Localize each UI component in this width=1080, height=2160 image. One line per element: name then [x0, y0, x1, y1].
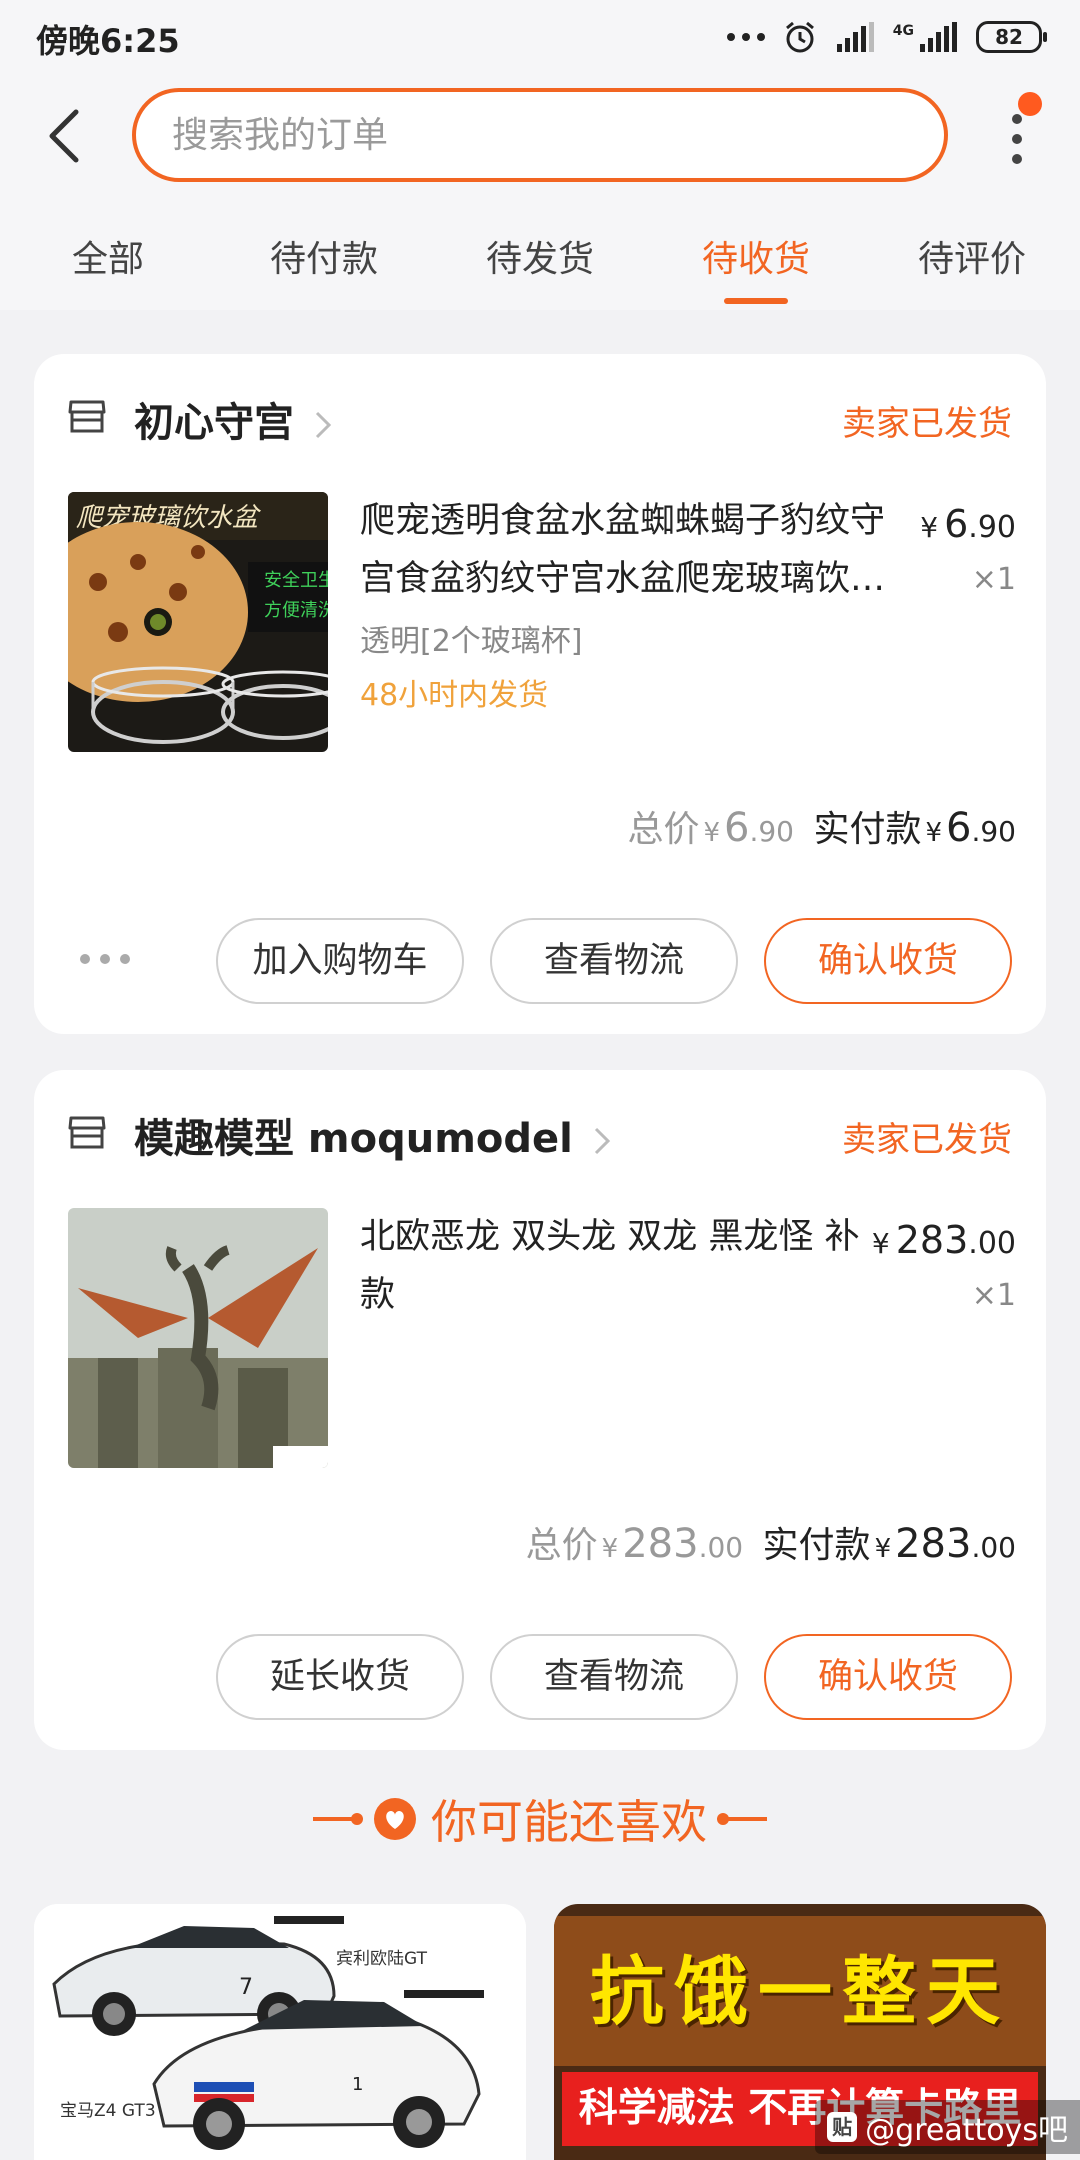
shop-row[interactable]: 模趣模型 moqumodel 卖家已发货: [68, 1104, 1012, 1164]
confirm-receipt-button[interactable]: 确认收货: [764, 1634, 1012, 1720]
tab-pending-shipment[interactable]: 待发货: [432, 230, 648, 300]
product-quantity: ×1: [971, 562, 1016, 597]
shop-icon: [68, 1116, 106, 1149]
price-decimal: .00: [968, 1226, 1016, 1261]
heart-icon: [374, 1798, 416, 1840]
alarm-icon: [785, 21, 814, 53]
product-title[interactable]: 北欧恶龙 双头龙 双龙 黑龙怪 补款: [360, 1208, 890, 1324]
svg-text:7: 7: [239, 1975, 253, 2000]
currency-symbol: ¥: [601, 1534, 619, 1564]
watermark-text: @greattoys吧: [865, 2113, 1068, 2148]
tab-pending-receipt[interactable]: 待收货: [648, 230, 864, 304]
product-price: ¥283.00: [872, 1218, 1016, 1262]
product-title[interactable]: 爬宠透明食盆水盆蜘蛛蝎子豹纹守宫食盆豹纹守宫水盆爬宠玻璃饮水盆: [360, 492, 890, 608]
price-integer: 6: [944, 502, 969, 546]
shop-row[interactable]: 初心守宫 卖家已发货: [68, 388, 1012, 448]
currency-symbol: ¥: [920, 511, 939, 544]
currency-symbol: ¥: [874, 1534, 892, 1564]
watermark: 贴 @greattoys吧: [815, 2100, 1080, 2154]
heading-divider-right: [717, 1813, 767, 1825]
search-input[interactable]: [172, 92, 912, 178]
total-decimal: .90: [749, 815, 794, 848]
shop-icon: [68, 400, 106, 433]
recommend-heading: 你可能还喜欢: [0, 1786, 1080, 1856]
total-integer: 283: [622, 1521, 699, 1567]
tieba-icon: 贴: [827, 2112, 858, 2142]
order-total-row: 总价 ¥6.90 实付款 ¥6.90: [627, 800, 1016, 852]
more-notifications-icon: [726, 33, 765, 41]
notification-badge: [1018, 92, 1042, 116]
chevron-right-icon: [315, 411, 332, 439]
car-model-image: 7 1: [34, 1904, 526, 2160]
currency-symbol: ¥: [871, 1227, 890, 1260]
currency-symbol: ¥: [925, 818, 943, 848]
thumb-side-text-1: 安全卫生: [264, 570, 328, 591]
order-status: 卖家已发货: [842, 1120, 1012, 1160]
shop-name-text: 初心守宫: [134, 400, 294, 446]
total-label: 总价: [627, 809, 700, 850]
paid-label: 实付款: [762, 1525, 871, 1566]
battery-icon: 82: [976, 21, 1047, 53]
status-icons: 4G 82: [726, 20, 1047, 54]
product-image[interactable]: 爬宠玻璃饮水盆 安全卫生 方便清洗: [68, 492, 328, 752]
car-label-bottom: 宝马Z4 GT3: [60, 2101, 156, 2121]
ad-title: 抗饿一整天: [590, 1949, 1010, 2035]
shop-name[interactable]: 模趣模型 moqumodel: [134, 1106, 611, 1164]
active-tab-indicator: [724, 298, 788, 304]
extend-receipt-button[interactable]: 延长收货: [216, 1634, 464, 1720]
total-integer: 6: [724, 805, 750, 851]
order-status: 卖家已发货: [842, 404, 1012, 444]
shop-name-text: 模趣模型 moqumodel: [134, 1116, 573, 1162]
shipping-note: 48小时内发货: [360, 678, 549, 713]
paid-integer: 6: [946, 805, 972, 851]
search-box[interactable]: [132, 88, 948, 182]
total-decimal: .00: [698, 1531, 744, 1564]
view-logistics-button[interactable]: 查看物流: [490, 1634, 738, 1720]
status-bar: 傍晚6:25 4G 82: [0, 0, 1080, 78]
product-sku: 透明[2个玻璃杯]: [360, 624, 583, 659]
product-price: ¥6.90: [920, 502, 1016, 546]
chevron-right-icon: [594, 1127, 610, 1155]
add-to-cart-button[interactable]: 加入购物车: [216, 918, 464, 1004]
order-total-row: 总价 ¥283.00 实付款 ¥283.00: [526, 1516, 1016, 1568]
product-image[interactable]: [68, 1208, 328, 1468]
paid-decimal: .90: [971, 815, 1016, 848]
order-tabs: 全部 待付款 待发货 待收货 待评价: [0, 230, 1080, 310]
recommend-heading-text: 你可能还喜欢: [431, 1795, 707, 1849]
order-card: 初心守宫 卖家已发货 爬宠玻璃饮水盆 安全卫生 方便清洗 爬宠透明食盆水盆蜘蛛蝎…: [34, 354, 1046, 1034]
status-time: 傍晚6:25: [36, 22, 180, 60]
paid-integer: 283: [895, 1521, 972, 1567]
thumb-side-text-2: 方便清洗: [264, 600, 328, 621]
signal-4g-icon: [920, 22, 957, 52]
car-label-top: 宾利欧陆GT: [336, 1949, 427, 1969]
confirm-receipt-button[interactable]: 确认收货: [764, 918, 1012, 1004]
tab-all[interactable]: 全部: [0, 230, 216, 300]
svg-text:1: 1: [352, 2074, 363, 2095]
recommend-card[interactable]: 7 1 宾利欧陆GT 宝马Z4 GT3: [34, 1904, 526, 2160]
more-actions-button[interactable]: [80, 954, 130, 964]
paid-decimal: .00: [971, 1531, 1016, 1564]
order-card: 模趣模型 moqumodel 卖家已发货 北欧恶龙 双头龙 双龙 黑龙怪 补款 …: [34, 1070, 1046, 1750]
tab-pending-payment[interactable]: 待付款: [216, 230, 432, 300]
back-button[interactable]: [40, 106, 90, 166]
currency-symbol: ¥: [703, 818, 721, 848]
price-integer: 283: [895, 1218, 969, 1262]
paid-label: 实付款: [813, 809, 922, 850]
network-type: 4G: [892, 23, 914, 39]
tab-pending-receipt-label: 待收货: [701, 239, 810, 280]
view-logistics-button[interactable]: 查看物流: [490, 918, 738, 1004]
tab-pending-review[interactable]: 待评价: [864, 230, 1080, 300]
signal-icon: [836, 22, 874, 52]
total-label: 总价: [525, 1525, 598, 1566]
price-decimal: .90: [968, 510, 1016, 545]
product-quantity: ×1: [971, 1278, 1016, 1313]
shop-name[interactable]: 初心守宫: [134, 390, 332, 448]
heading-divider-left: [313, 1813, 363, 1825]
